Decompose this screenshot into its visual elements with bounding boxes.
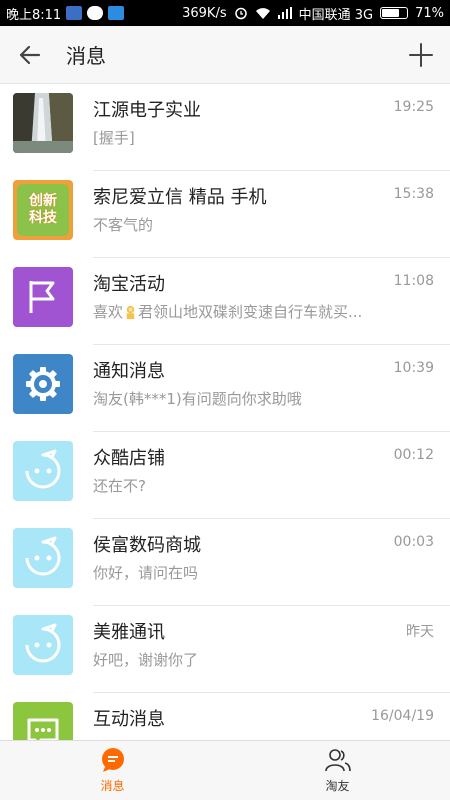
conversation-time: 10:39	[393, 360, 434, 376]
signal-icon	[277, 7, 292, 19]
gear-icon	[26, 367, 60, 401]
status-bar: 晚上8:11 369K/s 中国联通 3G 71%	[0, 0, 450, 26]
conversation-row[interactable]: 江源电子实业 19:25 [握手]	[0, 84, 450, 171]
conversation-message: 淘友(韩***1)有问题向你求助哦	[93, 390, 302, 408]
tab-label: 消息	[100, 779, 125, 793]
battery-percent: 71%	[415, 5, 444, 21]
conversation-message: 还在不?	[93, 477, 146, 495]
conversation-time: 16/04/19	[371, 708, 434, 724]
notification-app-icon	[66, 6, 83, 20]
default-shop-avatar	[13, 615, 73, 675]
conversation-message: [握手]	[93, 129, 135, 147]
interaction-avatar	[13, 702, 73, 740]
message-bubble-icon	[101, 748, 124, 772]
conversation-name: 索尼爱立信 精品 手机	[93, 187, 267, 208]
conversation-name: 侯富数码商城	[93, 535, 201, 556]
conversation-row[interactable]: 通知消息 10:39 淘友(韩***1)有问题向你求助哦	[0, 345, 450, 432]
flag-icon	[29, 281, 55, 313]
conversation-message: 你好，请问在吗	[93, 564, 199, 582]
conversation-time: 19:25	[393, 99, 434, 115]
taobao-activity-avatar	[13, 267, 73, 327]
app-bar: 消息	[0, 26, 450, 84]
conversation-name: 江源电子实业	[93, 100, 201, 121]
friends-icon	[324, 749, 351, 772]
message-text-before: 喜欢	[93, 303, 124, 321]
conversation-time: 15:38	[393, 186, 434, 202]
arrow-left-icon	[19, 45, 41, 64]
conversation-message: 不客气的	[93, 216, 154, 234]
default-shop-avatar	[13, 528, 73, 588]
conversation-time: 00:12	[393, 447, 434, 463]
conversation-time: 昨天	[406, 624, 434, 640]
conversation-row[interactable]: 互动消息 16/04/19	[0, 693, 450, 740]
person-emoji-icon	[126, 305, 135, 319]
conversation-message: 喜欢 君领山地双碟刹变速自行车就买...	[93, 301, 362, 322]
qq-icon	[87, 6, 104, 20]
shop-logo-avatar: 创新科技	[13, 180, 73, 240]
chat-bubble-icon	[27, 718, 59, 740]
conversation-name: 众酷店铺	[93, 448, 165, 469]
conversation-name: 淘宝活动	[93, 274, 165, 295]
message-text-after: 君领山地双碟刹变速自行车就买...	[138, 303, 363, 321]
smiley-face-icon	[25, 536, 61, 576]
bottom-tab-bar: 消息 淘友	[0, 740, 450, 800]
conversation-name: 通知消息	[93, 361, 165, 382]
page-title: 消息	[66, 44, 106, 68]
smiley-face-icon	[25, 623, 61, 663]
conversation-row[interactable]: 侯富数码商城 00:03 你好，请问在吗	[0, 519, 450, 606]
conversation-list: 江源电子实业 19:25 [握手] 创新科技 索尼爱立信 精品 手机 15:38…	[0, 84, 450, 740]
waterfall-avatar	[13, 93, 73, 153]
plus-icon	[409, 42, 433, 67]
conversation-row[interactable]: 美雅通讯 昨天 好吧，谢谢你了	[0, 606, 450, 693]
tab-friends[interactable]: 淘友	[225, 741, 450, 800]
conversation-message: 好吧，谢谢你了	[93, 651, 199, 669]
conversation-name: 美雅通讯	[93, 622, 165, 643]
conversation-time: 00:03	[393, 534, 434, 550]
conversation-name: 互动消息	[93, 709, 165, 730]
smiley-face-icon	[25, 449, 61, 489]
carrier-label: 中国联通 3G	[298, 7, 374, 23]
notification-app2-icon	[108, 6, 125, 20]
tab-label: 淘友	[325, 779, 350, 793]
conversation-row[interactable]: 淘宝活动 11:08 喜欢 君领山地双碟刹变速自行车就买...	[0, 258, 450, 345]
notification-avatar	[13, 354, 73, 414]
back-button[interactable]	[0, 26, 60, 84]
network-speed: 369K/s	[182, 5, 227, 21]
status-time: 晚上8:11	[6, 7, 62, 23]
conversation-row[interactable]: 创新科技 索尼爱立信 精品 手机 15:38 不客气的	[0, 171, 450, 258]
wifi-icon	[255, 7, 270, 19]
conversation-row[interactable]: 众酷店铺 00:12 还在不?	[0, 432, 450, 519]
conversation-time: 11:08	[393, 273, 434, 289]
logo-text: 创新科技	[29, 193, 57, 226]
add-button[interactable]	[392, 26, 450, 84]
default-shop-avatar	[13, 441, 73, 501]
battery-icon	[380, 7, 409, 19]
tab-messages[interactable]: 消息	[0, 741, 225, 800]
alarm-icon	[234, 7, 247, 20]
